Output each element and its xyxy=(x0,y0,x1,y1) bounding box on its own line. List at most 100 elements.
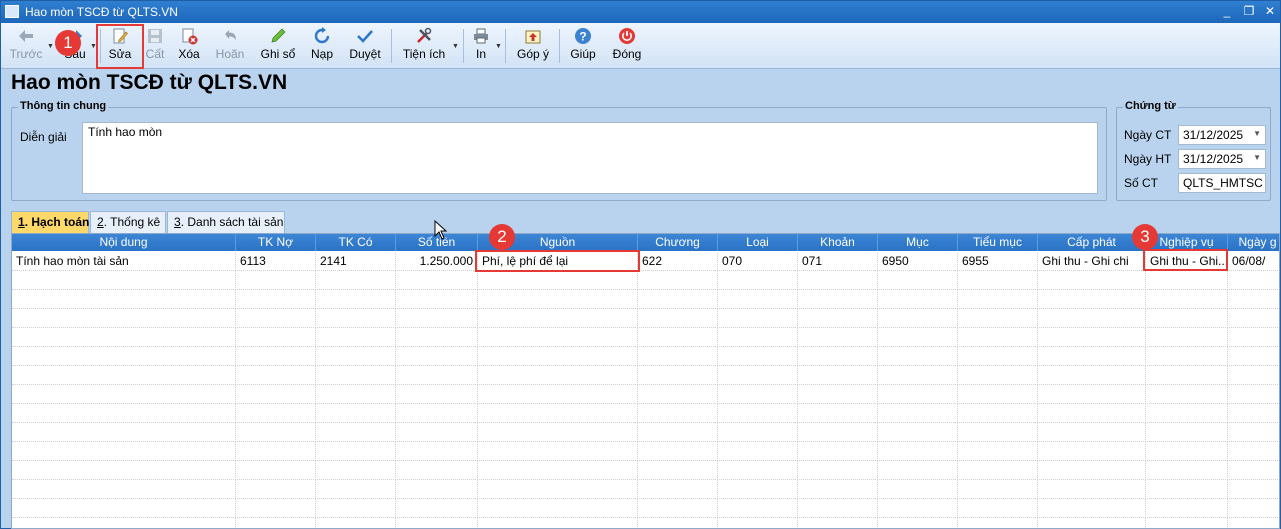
utilities-button[interactable]: Tiện ích xyxy=(399,25,449,67)
credit-account-cell[interactable]: 2141 xyxy=(316,252,396,271)
empty-cell[interactable] xyxy=(798,347,878,366)
post-date-field[interactable]: 31/12/2025 ▼ xyxy=(1178,149,1266,169)
empty-row[interactable] xyxy=(12,442,1279,461)
empty-cell[interactable] xyxy=(478,366,638,385)
empty-row[interactable] xyxy=(12,328,1279,347)
empty-cell[interactable] xyxy=(958,328,1038,347)
empty-cell[interactable] xyxy=(798,499,878,518)
empty-cell[interactable] xyxy=(878,518,958,528)
empty-cell[interactable] xyxy=(396,404,478,423)
empty-cell[interactable] xyxy=(638,461,718,480)
column-header[interactable]: Tiểu mục xyxy=(958,234,1038,251)
empty-cell[interactable] xyxy=(12,366,236,385)
empty-row[interactable] xyxy=(12,271,1279,290)
doc-date-field[interactable]: 31/12/2025 ▼ xyxy=(1178,125,1266,145)
column-header[interactable]: Chương xyxy=(638,234,718,251)
empty-cell[interactable] xyxy=(12,404,236,423)
amount-cell[interactable]: 1.250.000 xyxy=(396,252,478,271)
empty-cell[interactable] xyxy=(798,423,878,442)
empty-cell[interactable] xyxy=(1038,290,1146,309)
empty-cell[interactable] xyxy=(1146,442,1228,461)
empty-cell[interactable] xyxy=(478,290,638,309)
content-cell[interactable]: Tính hao mòn tài sản xyxy=(12,252,236,271)
empty-cell[interactable] xyxy=(878,480,958,499)
empty-cell[interactable] xyxy=(718,366,798,385)
empty-cell[interactable] xyxy=(1146,271,1228,290)
empty-cell[interactable] xyxy=(798,290,878,309)
feedback-button[interactable]: Góp ý xyxy=(513,25,553,67)
approve-button[interactable]: Duyệt xyxy=(345,25,385,67)
empty-cell[interactable] xyxy=(236,309,316,328)
restore-button[interactable]: ❐ xyxy=(1241,4,1257,18)
empty-row[interactable] xyxy=(12,290,1279,309)
column-header[interactable]: Cấp phát xyxy=(1038,234,1146,251)
empty-cell[interactable] xyxy=(1228,309,1279,328)
empty-cell[interactable] xyxy=(798,404,878,423)
empty-cell[interactable] xyxy=(236,518,316,528)
empty-cell[interactable] xyxy=(798,461,878,480)
empty-cell[interactable] xyxy=(478,461,638,480)
empty-cell[interactable] xyxy=(12,347,236,366)
minimize-button[interactable]: _ xyxy=(1219,4,1235,18)
empty-cell[interactable] xyxy=(798,480,878,499)
tab-asset-list[interactable]: 3. Danh sách tài sản xyxy=(167,211,285,233)
empty-cell[interactable] xyxy=(1146,423,1228,442)
empty-cell[interactable] xyxy=(396,366,478,385)
empty-cell[interactable] xyxy=(638,518,718,528)
empty-cell[interactable] xyxy=(396,442,478,461)
empty-cell[interactable] xyxy=(638,385,718,404)
column-header[interactable]: Khoản xyxy=(798,234,878,251)
empty-cell[interactable] xyxy=(878,309,958,328)
empty-cell[interactable] xyxy=(236,499,316,518)
empty-cell[interactable] xyxy=(638,480,718,499)
empty-cell[interactable] xyxy=(1038,347,1146,366)
empty-cell[interactable] xyxy=(316,290,396,309)
empty-cell[interactable] xyxy=(236,328,316,347)
empty-cell[interactable] xyxy=(798,518,878,528)
column-header[interactable]: Ngày g xyxy=(1228,234,1279,251)
empty-cell[interactable] xyxy=(1038,404,1146,423)
empty-cell[interactable] xyxy=(878,271,958,290)
empty-cell[interactable] xyxy=(236,404,316,423)
empty-cell[interactable] xyxy=(478,328,638,347)
chevron-down-icon[interactable]: ▼ xyxy=(1253,129,1261,138)
empty-cell[interactable] xyxy=(396,328,478,347)
empty-cell[interactable] xyxy=(236,290,316,309)
empty-cell[interactable] xyxy=(396,499,478,518)
empty-cell[interactable] xyxy=(878,442,958,461)
empty-cell[interactable] xyxy=(12,442,236,461)
empty-cell[interactable] xyxy=(1228,442,1279,461)
empty-row[interactable] xyxy=(12,404,1279,423)
section-cell[interactable]: 6950 xyxy=(878,252,958,271)
empty-cell[interactable] xyxy=(1038,328,1146,347)
empty-cell[interactable] xyxy=(958,461,1038,480)
chapter-cell[interactable]: 622 xyxy=(638,252,718,271)
empty-cell[interactable] xyxy=(316,423,396,442)
empty-cell[interactable] xyxy=(878,366,958,385)
empty-cell[interactable] xyxy=(718,290,798,309)
empty-cell[interactable] xyxy=(1038,499,1146,518)
empty-cell[interactable] xyxy=(478,309,638,328)
undo-button[interactable]: Hoãn xyxy=(211,25,249,67)
empty-cell[interactable] xyxy=(12,480,236,499)
empty-cell[interactable] xyxy=(1228,480,1279,499)
item-cell[interactable]: 071 xyxy=(798,252,878,271)
empty-cell[interactable] xyxy=(478,347,638,366)
empty-cell[interactable] xyxy=(958,404,1038,423)
empty-cell[interactable] xyxy=(1146,499,1228,518)
empty-cell[interactable] xyxy=(958,385,1038,404)
empty-cell[interactable] xyxy=(316,309,396,328)
column-header[interactable]: Mục xyxy=(878,234,958,251)
empty-cell[interactable] xyxy=(1228,461,1279,480)
empty-cell[interactable] xyxy=(1146,328,1228,347)
empty-cell[interactable] xyxy=(1038,461,1146,480)
empty-cell[interactable] xyxy=(236,423,316,442)
empty-cell[interactable] xyxy=(638,290,718,309)
empty-cell[interactable] xyxy=(1038,423,1146,442)
empty-cell[interactable] xyxy=(958,518,1038,528)
empty-cell[interactable] xyxy=(718,480,798,499)
empty-cell[interactable] xyxy=(12,423,236,442)
empty-cell[interactable] xyxy=(1228,347,1279,366)
prev-button[interactable]: Trước xyxy=(7,25,45,67)
empty-cell[interactable] xyxy=(1146,385,1228,404)
